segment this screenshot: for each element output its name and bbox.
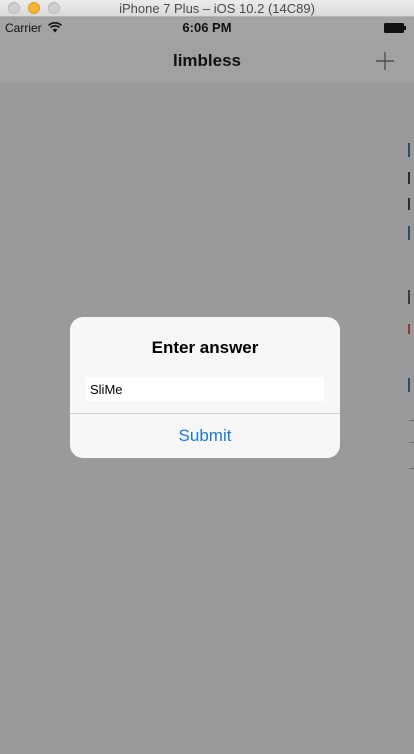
plus-icon[interactable] (376, 52, 394, 70)
background-divider (409, 442, 414, 443)
background-content-fragment (408, 226, 414, 240)
window-titlebar: iPhone 7 Plus – iOS 10.2 (14C89) (0, 0, 414, 17)
simulator-window: iPhone 7 Plus – iOS 10.2 (14C89) Carrier… (0, 0, 414, 754)
background-divider (409, 420, 414, 421)
background-content-fragment (408, 378, 414, 392)
submit-button[interactable]: Submit (70, 414, 340, 458)
status-time: 6:06 PM (182, 20, 232, 35)
window-title: iPhone 7 Plus – iOS 10.2 (14C89) (119, 1, 315, 16)
alert-title: Enter answer (151, 338, 259, 357)
navigation-bar: limbless (0, 39, 414, 83)
background-content-fragment (408, 290, 414, 304)
background-content-fragment (408, 143, 414, 157)
background-content-fragment (408, 198, 414, 210)
background-divider (409, 468, 414, 469)
answer-input[interactable] (86, 377, 324, 401)
nav-title: limbless (172, 51, 242, 70)
background-content-fragment (408, 172, 414, 184)
answer-alert-dialog: Enter answer Submit (70, 317, 340, 458)
battery-icon (384, 23, 406, 33)
background-content-fragment (408, 324, 414, 334)
status-bar: Carrier 6:06 PM (0, 17, 414, 39)
